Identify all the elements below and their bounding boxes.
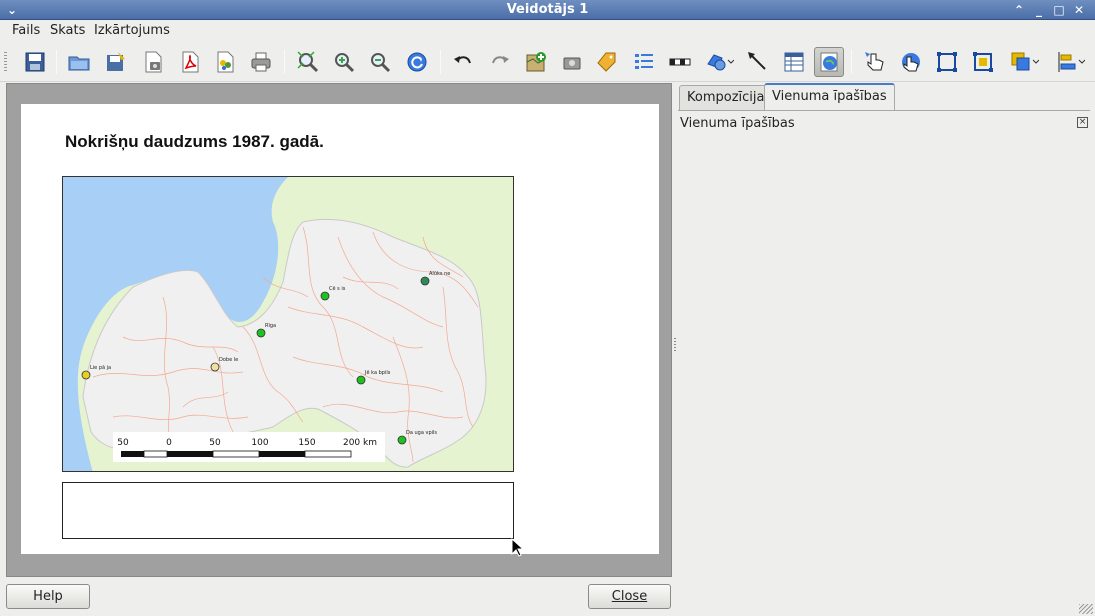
help-button[interactable]: Help [6,584,90,609]
add-map-icon[interactable] [521,47,551,77]
scalebar[interactable] [121,450,352,458]
toolbar [0,42,1095,82]
add-arrow-icon[interactable] [743,47,773,77]
resize-grip[interactable] [1079,604,1093,614]
station-marker [256,328,266,338]
print-icon[interactable] [246,47,276,77]
menu-izkartojums[interactable]: Izkārtojums [94,23,170,38]
close-button[interactable]: Close [588,584,671,609]
composer-canvas[interactable]: Nokrišņu daudzums 1987. gadā. Lie pā ja … [6,83,672,577]
toolbar-grip[interactable] [4,52,7,72]
close-icon[interactable]: ✕ [1071,2,1087,18]
menu-bar: Fails Skats Izkārtojums [0,20,1095,42]
save-icon[interactable] [20,47,50,77]
menu-fails[interactable]: Fails [12,23,40,38]
add-table-icon[interactable] [779,47,809,77]
station-label: Da uga vpils [406,430,437,436]
map-item[interactable]: Lie pā ja Dobe le Rīga Cē s is Alūks ne Jē ka… [62,176,514,472]
raise-icon[interactable] [1004,47,1044,77]
move-content-icon[interactable] [896,47,926,77]
station-marker [320,291,330,301]
export-image-icon[interactable] [138,47,168,77]
select-move-icon[interactable] [860,47,890,77]
map-title-label[interactable]: Nokrišņu daudzums 1987. gadā. [65,132,324,152]
tab-kompozicija[interactable]: Kompozīcija [679,85,773,110]
window-title: Veidotājs 1 [506,2,589,17]
station-label: Dobe le [219,357,238,363]
scalebar-label: 50 [209,438,221,448]
tab-vienuma-ipasibas[interactable]: Vienuma īpašības [764,83,895,111]
zoom-full-icon[interactable] [293,47,323,77]
redo-icon[interactable] [485,47,515,77]
scalebar-label: 100 [251,438,268,448]
scalebar-label: 50 [117,438,129,448]
window-titlebar[interactable]: ⌄ Veidotājs 1 ⌃ _ □ ✕ [0,0,1095,20]
station-label: Cē s is [329,286,346,292]
group-icon[interactable] [932,47,962,77]
export-svg-icon[interactable] [210,47,240,77]
station-marker [420,276,430,286]
legend-frame[interactable] [62,482,514,539]
zoom-in-icon[interactable] [329,47,359,77]
add-legend-icon[interactable] [629,47,659,77]
undo-icon[interactable] [448,47,478,77]
station-marker [397,435,407,445]
add-shape-icon[interactable] [700,47,738,77]
close-icon[interactable]: × [1077,117,1088,128]
maximize-icon[interactable]: □ [1051,2,1067,18]
menu-skats[interactable]: Skats [50,23,85,38]
refresh-icon[interactable] [402,47,432,77]
add-label-icon[interactable] [593,47,623,77]
station-label: Lie pā ja [90,365,111,371]
scalebar-label: 0 [166,438,172,448]
add-image-icon[interactable] [557,47,587,77]
scalebar-label: 200 km [343,438,377,448]
align-icon[interactable] [1050,47,1090,77]
zoom-out-icon[interactable] [365,47,395,77]
composition-page[interactable]: Nokrišņu daudzums 1987. gadā. Lie pā ja … [21,104,659,554]
station-marker [81,370,91,380]
export-pdf-icon[interactable] [175,47,205,77]
station-marker [356,375,366,385]
minimize-icon[interactable]: _ [1031,2,1047,18]
map-view: Lie pā ja Dobe le Rīga Cē s is Alūks ne Jē ka… [63,177,513,471]
station-label: Rīga [265,323,276,329]
dock-title: Vienuma īpašības [680,116,795,131]
open-icon[interactable] [64,47,94,77]
station-label: Jē ka bpils [364,370,391,376]
scalebar-label: 150 [298,438,315,448]
chevron-up-icon[interactable]: ⌃ [1011,2,1027,18]
ungroup-icon[interactable] [968,47,998,77]
cursor-icon [511,538,525,557]
add-scalebar-icon[interactable] [665,47,695,77]
item-properties-panel: Vienuma īpašības × [678,110,1090,577]
right-panel: Kompozīcija Vienuma īpašības Vienuma īpa… [678,83,1090,577]
station-label: Alūks ne [429,271,450,277]
save-as-template-icon[interactable] [101,47,131,77]
add-html-icon[interactable] [814,47,844,77]
station-marker [210,362,220,372]
